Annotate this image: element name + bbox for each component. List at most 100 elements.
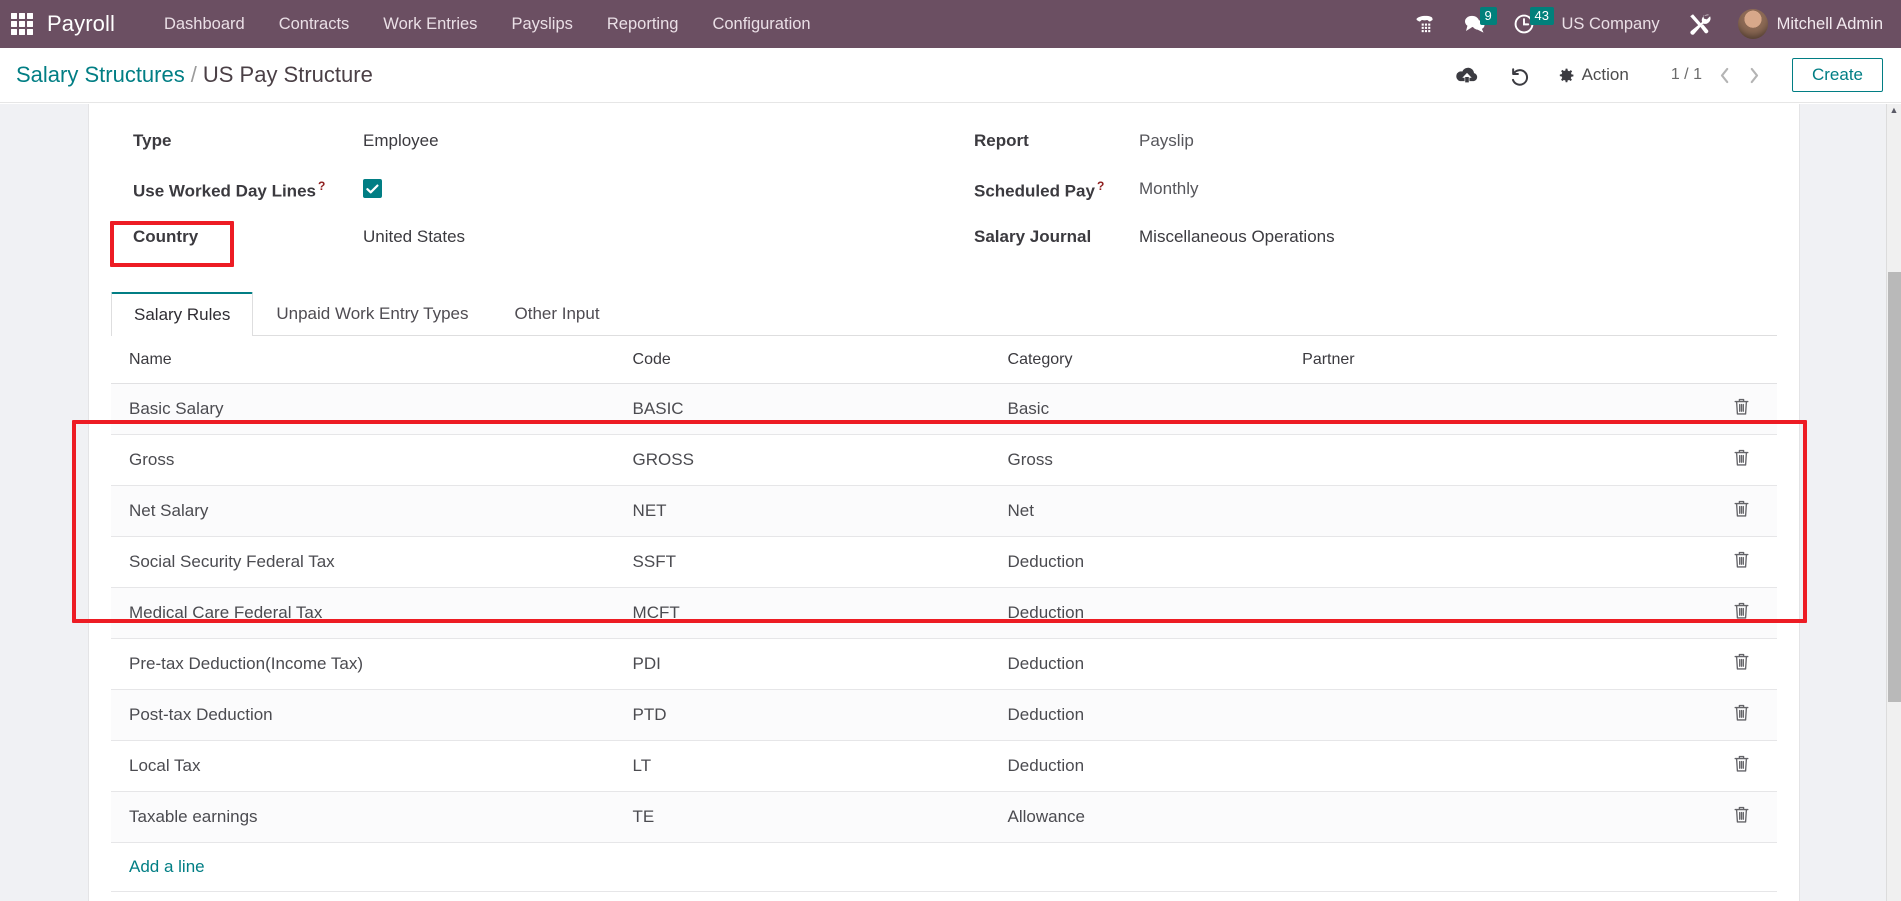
trash-icon[interactable] — [1733, 397, 1750, 421]
trash-icon[interactable] — [1733, 499, 1750, 523]
save-button[interactable] — [1441, 62, 1493, 89]
cell-code[interactable]: PTD — [614, 689, 990, 741]
cell-partner[interactable] — [1284, 485, 1713, 537]
trash-icon[interactable] — [1733, 550, 1750, 574]
menu-contracts[interactable]: Contracts — [262, 0, 367, 48]
cell-category[interactable]: Deduction — [989, 689, 1285, 741]
cell-code[interactable]: LT — [614, 740, 990, 792]
field-type-value[interactable]: Employee — [363, 128, 439, 151]
table-row[interactable]: Social Security Federal Tax SSFT Deducti… — [111, 536, 1777, 588]
chevron-right-icon[interactable] — [1742, 61, 1768, 89]
column-header-partner[interactable]: Partner — [1284, 336, 1713, 384]
table-row[interactable]: Taxable earnings TE Allowance — [111, 791, 1777, 843]
cell-partner[interactable] — [1284, 791, 1713, 843]
trash-icon[interactable] — [1733, 448, 1750, 472]
table-row[interactable]: Gross GROSS Gross — [111, 434, 1777, 486]
cell-name[interactable]: Local Tax — [111, 740, 615, 792]
cell-code[interactable]: SSFT — [614, 536, 990, 588]
add-a-line-link[interactable]: Add a line — [129, 857, 205, 876]
cell-category[interactable]: Deduction — [989, 740, 1285, 792]
menu-configuration[interactable]: Configuration — [695, 0, 827, 48]
field-scheduled-pay-value[interactable]: Monthly — [1139, 176, 1199, 199]
table-row[interactable]: Pre-tax Deduction(Income Tax) PDI Deduct… — [111, 638, 1777, 690]
cell-partner[interactable] — [1284, 434, 1713, 486]
form-fields-area: Type Employee Use Worked Day Lines? Coun… — [89, 104, 1799, 272]
cell-partner[interactable] — [1284, 740, 1713, 792]
tab-unpaid-work-entry-types[interactable]: Unpaid Work Entry Types — [253, 292, 491, 336]
cell-code[interactable]: MCFT — [614, 587, 990, 639]
field-country-value[interactable]: United States — [363, 224, 465, 247]
trash-icon[interactable] — [1733, 754, 1750, 778]
cell-partner[interactable] — [1284, 383, 1713, 435]
column-header-name[interactable]: Name — [111, 336, 615, 384]
cell-partner[interactable] — [1284, 587, 1713, 639]
menu-payslips[interactable]: Payslips — [494, 0, 589, 48]
control-panel-right: Action 1 / 1 Create — [1441, 58, 1883, 92]
cell-code[interactable]: BASIC — [614, 383, 990, 435]
cell-category[interactable]: Deduction — [989, 638, 1285, 690]
cell-code[interactable]: NET — [614, 485, 990, 537]
cell-name[interactable]: Medical Care Federal Tax — [111, 587, 615, 639]
menu-reporting[interactable]: Reporting — [590, 0, 696, 48]
app-brand-payroll[interactable]: Payroll — [47, 11, 115, 37]
cell-partner[interactable] — [1284, 536, 1713, 588]
cell-category[interactable]: Allowance — [989, 791, 1285, 843]
cell-code[interactable]: GROSS — [614, 434, 990, 486]
cell-code[interactable]: PDI — [614, 638, 990, 690]
column-header-code[interactable]: Code — [614, 336, 990, 384]
company-switcher[interactable]: US Company — [1548, 15, 1674, 34]
breadcrumb-parent-link[interactable]: Salary Structures — [16, 62, 185, 87]
cell-partner[interactable] — [1284, 689, 1713, 741]
phone-dialpad-icon[interactable] — [1401, 0, 1450, 48]
cell-actions — [1712, 383, 1777, 435]
help-marker-icon[interactable]: ? — [318, 179, 325, 193]
create-button[interactable]: Create — [1791, 58, 1883, 92]
table-row[interactable]: Post-tax Deduction PTD Deduction — [111, 689, 1777, 741]
cell-name[interactable]: Pre-tax Deduction(Income Tax) — [111, 638, 615, 690]
field-report-value[interactable]: Payslip — [1139, 128, 1194, 151]
navbar-right-group: 9 43 US Company Mitchell Admin — [1401, 0, 1901, 48]
cell-category[interactable]: Deduction — [989, 536, 1285, 588]
field-salary-journal-value[interactable]: Miscellaneous Operations — [1139, 224, 1335, 247]
trash-icon[interactable] — [1733, 601, 1750, 625]
table-row[interactable]: Local Tax LT Deduction — [111, 740, 1777, 792]
cell-category[interactable]: Net — [989, 485, 1285, 537]
table-row[interactable]: Net Salary NET Net — [111, 485, 1777, 537]
messages-menu[interactable]: 9 — [1450, 0, 1500, 48]
column-header-category[interactable]: Category — [989, 336, 1285, 384]
trash-icon[interactable] — [1733, 805, 1750, 829]
trash-icon[interactable] — [1733, 652, 1750, 676]
discard-button[interactable] — [1493, 61, 1544, 90]
cell-name[interactable]: Post-tax Deduction — [111, 689, 615, 741]
tab-salary-rules[interactable]: Salary Rules — [111, 292, 254, 336]
trash-icon[interactable] — [1733, 703, 1750, 727]
cell-name[interactable]: Taxable earnings — [111, 791, 615, 843]
scroll-up-arrow-icon[interactable]: ▲ — [1889, 106, 1899, 116]
action-menu-button[interactable]: Action — [1544, 61, 1643, 89]
user-menu[interactable]: Mitchell Admin — [1726, 9, 1893, 39]
cell-name[interactable]: Social Security Federal Tax — [111, 536, 615, 588]
activities-menu[interactable]: 43 — [1500, 0, 1554, 48]
wrench-screwdriver-icon[interactable] — [1674, 0, 1726, 48]
cell-category[interactable]: Basic — [989, 383, 1285, 435]
menu-dashboard[interactable]: Dashboard — [147, 0, 262, 48]
cell-code[interactable]: TE — [614, 791, 990, 843]
cell-category[interactable]: Deduction — [989, 587, 1285, 639]
apps-grid-icon[interactable] — [11, 13, 33, 35]
table-row[interactable]: Basic Salary BASIC Basic — [111, 383, 1777, 435]
chevron-left-icon[interactable] — [1712, 61, 1738, 89]
field-type-label: Type — [133, 131, 172, 150]
cell-name[interactable]: Net Salary — [111, 485, 615, 537]
vertical-scrollbar-thumb[interactable] — [1888, 272, 1901, 702]
cell-name[interactable]: Basic Salary — [111, 383, 615, 435]
cell-category[interactable]: Gross — [989, 434, 1285, 486]
vertical-scrollbar[interactable]: ▲ — [1886, 104, 1901, 901]
help-marker-icon[interactable]: ? — [1097, 179, 1104, 193]
cell-partner[interactable] — [1284, 638, 1713, 690]
cell-name[interactable]: Gross — [111, 434, 615, 486]
add-a-line-row[interactable]: Add a line — [111, 842, 1777, 892]
table-row[interactable]: Medical Care Federal Tax MCFT Deduction — [111, 587, 1777, 639]
use-worked-day-lines-checkbox[interactable] — [363, 179, 382, 198]
tab-other-input[interactable]: Other Input — [492, 292, 623, 336]
menu-work-entries[interactable]: Work Entries — [366, 0, 494, 48]
